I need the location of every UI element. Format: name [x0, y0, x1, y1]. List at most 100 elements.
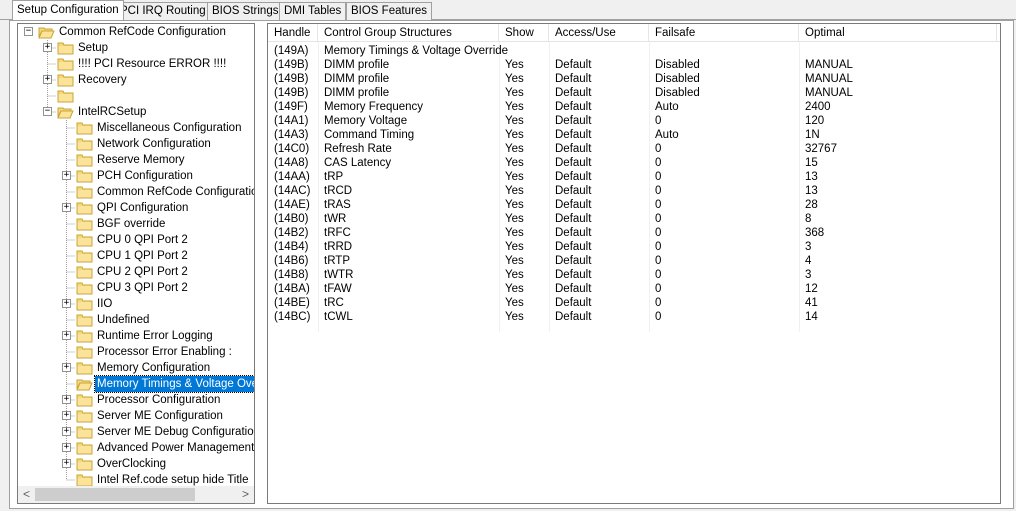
- column-header-control-group[interactable]: Control Group Structures: [318, 24, 499, 42]
- tab-setup-configuration[interactable]: Setup Configuration: [12, 0, 124, 20]
- tree-node-label[interactable]: CPU 2 QPI Port 2: [95, 264, 190, 280]
- tab-pci-irq-routing[interactable]: PCI IRQ Routing: [115, 2, 211, 20]
- tree-node[interactable]: + QPI Configuration: [18, 200, 254, 216]
- table-row[interactable]: (14A8) CAS Latency Yes Default 0 15: [268, 156, 1000, 170]
- tree-node-label[interactable]: Memory Timings & Voltage Overri: [93, 375, 254, 393]
- tree-node-label[interactable]: Runtime Error Logging: [95, 328, 215, 344]
- tree-node[interactable]: Network Configuration: [18, 136, 254, 152]
- tree-node-label[interactable]: IntelRCSetup: [76, 104, 148, 120]
- tree-node-label[interactable]: Server ME Debug Configuration: [95, 424, 254, 440]
- table-row[interactable]: (14A1) Memory Voltage Yes Default 0 120: [268, 114, 1000, 128]
- scroll-right-arrow-icon[interactable]: >: [237, 486, 254, 503]
- table-row[interactable]: (149F) Memory Frequency Yes Default Auto 2400: [268, 100, 1000, 114]
- tree-node[interactable]: !!!! PCI Resource ERROR !!!!: [18, 56, 254, 72]
- table-row[interactable]: (14B2) tRFC Yes Default 0 368: [268, 226, 1000, 240]
- tree-node-label[interactable]: Reserve Memory: [95, 152, 187, 168]
- scroll-left-arrow-icon[interactable]: <: [18, 486, 35, 503]
- table-row[interactable]: (149B) DIMM profile Yes Default Disabled MANU…: [268, 86, 1000, 100]
- collapse-icon[interactable]: −: [24, 27, 33, 36]
- table-row[interactable]: (14BC) tCWL Yes Default 0 14: [268, 310, 1000, 324]
- tree-node-label[interactable]: CPU 1 QPI Port 2: [95, 248, 190, 264]
- tree-node-label[interactable]: Recovery: [76, 72, 129, 88]
- tree-node[interactable]: + Recovery: [18, 72, 254, 88]
- expand-icon[interactable]: +: [62, 299, 71, 308]
- tree-node-label[interactable]: QPI Configuration: [95, 200, 190, 216]
- table-row[interactable]: (14C0) Refresh Rate Yes Default 0 32767: [268, 142, 1000, 156]
- tab-dmi-tables[interactable]: DMI Tables: [279, 2, 347, 20]
- tree-node[interactable]: + OverClocking: [18, 456, 254, 472]
- expand-icon[interactable]: +: [43, 43, 52, 52]
- tree-node-label[interactable]: PCH Configuration: [95, 168, 195, 184]
- tree-node[interactable]: BGF override: [18, 216, 254, 232]
- column-header-optimal[interactable]: Optimal: [799, 24, 997, 42]
- collapse-icon[interactable]: −: [43, 107, 52, 116]
- tree-node-label[interactable]: Common RefCode Configuration: [95, 184, 254, 200]
- tree-node-label[interactable]: [76, 88, 80, 104]
- table-row[interactable]: (149A) Memory Timings & Voltage Override: [268, 44, 1000, 58]
- tree-node-label[interactable]: Setup: [76, 40, 110, 56]
- tree-node[interactable]: + PCH Configuration: [18, 168, 254, 184]
- table-row[interactable]: (14BA) tFAW Yes Default 0 12: [268, 282, 1000, 296]
- tree-node-label[interactable]: !!!! PCI Resource ERROR !!!!: [76, 56, 228, 72]
- tree-node-label[interactable]: CPU 3 QPI Port 2: [95, 280, 190, 296]
- table-row[interactable]: (14B6) tRTP Yes Default 0 4: [268, 254, 1000, 268]
- table-row[interactable]: (149B) DIMM profile Yes Default Disabled MANU…: [268, 58, 1000, 72]
- tree-node[interactable]: + Processor Configuration: [18, 392, 254, 408]
- expand-icon[interactable]: +: [62, 203, 71, 212]
- table-row[interactable]: (14AA) tRP Yes Default 0 13: [268, 170, 1000, 184]
- tree-node[interactable]: Undefined: [18, 312, 254, 328]
- table-row[interactable]: (14BE) tRC Yes Default 0 41: [268, 296, 1000, 310]
- tree-node[interactable]: CPU 2 QPI Port 2: [18, 264, 254, 280]
- expand-icon[interactable]: +: [62, 443, 71, 452]
- tree-node[interactable]: Common RefCode Configuration: [18, 184, 254, 200]
- column-header-access-use[interactable]: Access/Use: [549, 24, 649, 42]
- tree-node-label[interactable]: CPU 0 QPI Port 2: [95, 232, 190, 248]
- expand-icon[interactable]: +: [62, 395, 71, 404]
- tree-horizontal-scrollbar[interactable]: < >: [18, 486, 254, 503]
- column-header-handle[interactable]: Handle: [268, 24, 318, 42]
- tree-node[interactable]: CPU 1 QPI Port 2: [18, 248, 254, 264]
- tree-node[interactable]: [18, 88, 254, 104]
- tree-node[interactable]: + Memory Configuration: [18, 360, 254, 376]
- control-group-table[interactable]: Handle Control Group Structures Show Acc…: [267, 23, 1001, 504]
- column-header-show[interactable]: Show: [499, 24, 549, 42]
- tree-node[interactable]: CPU 0 QPI Port 2: [18, 232, 254, 248]
- table-row[interactable]: (14B8) tWTR Yes Default 0 3: [268, 268, 1000, 282]
- scrollbar-thumb[interactable]: [35, 488, 195, 501]
- tree-node[interactable]: + Server ME Debug Configuration: [18, 424, 254, 440]
- table-row[interactable]: (14AE) tRAS Yes Default 0 28: [268, 198, 1000, 212]
- tree-node-label[interactable]: IIO: [95, 296, 114, 312]
- tab-bios-strings[interactable]: BIOS Strings: [207, 2, 284, 20]
- table-row[interactable]: (14A3) Command Timing Yes Default Auto 1N: [268, 128, 1000, 142]
- table-row[interactable]: (149B) DIMM profile Yes Default Disabled MANU…: [268, 72, 1000, 86]
- tree-node-label[interactable]: OverClocking: [95, 456, 168, 472]
- tree-node[interactable]: Memory Timings & Voltage Overri: [18, 375, 254, 393]
- tree-node-label[interactable]: Network Configuration: [95, 136, 213, 152]
- tree-node[interactable]: Reserve Memory: [18, 152, 254, 168]
- column-header-failsafe[interactable]: Failsafe: [649, 24, 799, 42]
- expand-icon[interactable]: +: [62, 427, 71, 436]
- table-row[interactable]: (14AC) tRCD Yes Default 0 13: [268, 184, 1000, 198]
- expand-icon[interactable]: +: [62, 459, 71, 468]
- tree-node[interactable]: Miscellaneous Configuration: [18, 120, 254, 136]
- tree-node[interactable]: + IIO: [18, 296, 254, 312]
- tree-node[interactable]: − IntelRCSetup: [18, 104, 254, 120]
- setup-tree-view[interactable]: − Common RefCode Configuration + Setup!!!! …: [17, 23, 255, 504]
- tree-node[interactable]: + Setup: [18, 40, 254, 56]
- table-row[interactable]: (14B4) tRRD Yes Default 0 3: [268, 240, 1000, 254]
- expand-icon[interactable]: +: [43, 75, 52, 84]
- tree-node[interactable]: + Advanced Power Management C: [18, 440, 254, 456]
- tree-node-label[interactable]: Advanced Power Management C: [95, 440, 254, 456]
- tab-bios-features[interactable]: BIOS Features: [346, 2, 433, 20]
- tree-node[interactable]: − Common RefCode Configuration: [18, 24, 254, 40]
- tree-node-label[interactable]: Processor Configuration: [95, 392, 222, 408]
- tree-node-label[interactable]: Undefined: [95, 312, 151, 328]
- tree-node-label[interactable]: Server ME Configuration: [95, 408, 225, 424]
- tree-node-label[interactable]: Memory Configuration: [95, 360, 212, 376]
- tree-node-label[interactable]: BGF override: [95, 216, 167, 232]
- table-row[interactable]: (14B0) tWR Yes Default 0 8: [268, 212, 1000, 226]
- expand-icon[interactable]: +: [62, 411, 71, 420]
- expand-icon[interactable]: +: [62, 171, 71, 180]
- tree-node[interactable]: CPU 3 QPI Port 2: [18, 280, 254, 296]
- tree-node[interactable]: + Server ME Configuration: [18, 408, 254, 424]
